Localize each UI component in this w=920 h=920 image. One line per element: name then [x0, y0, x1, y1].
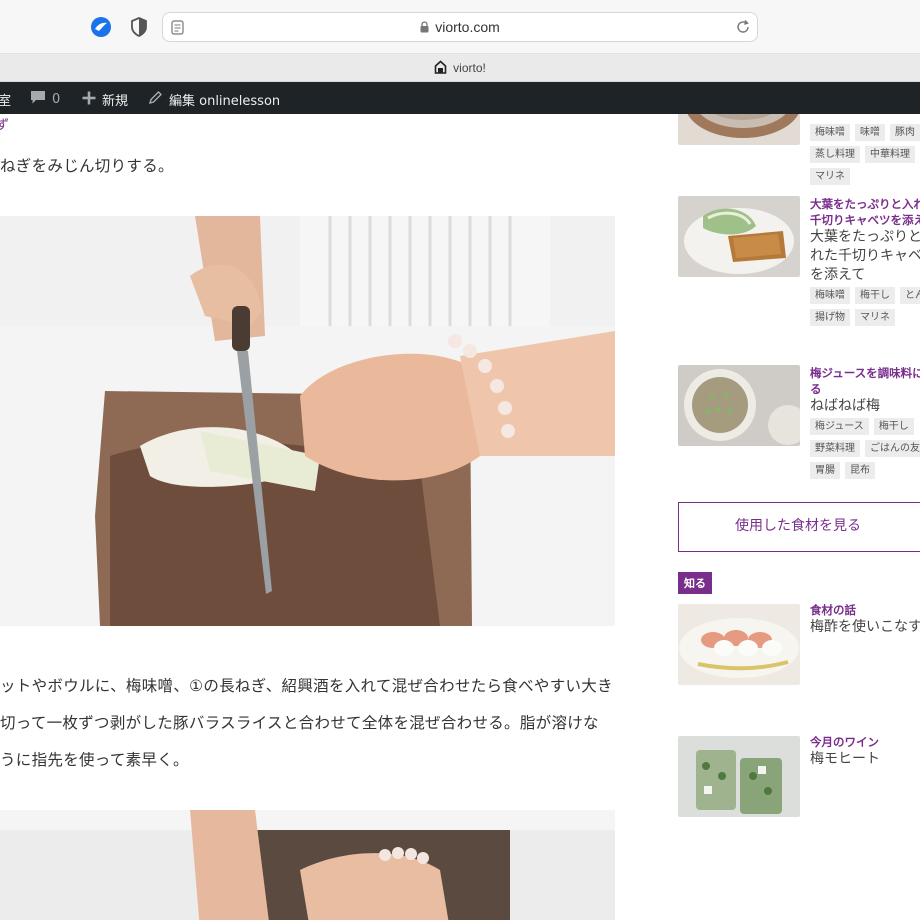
tag[interactable]: 昆布 — [845, 462, 875, 479]
recipe-thumb-3[interactable] — [678, 365, 800, 446]
recipe-subtitle-line[interactable]: 梅ジュースを調味料に — [810, 365, 920, 381]
address-bar[interactable]: viorto.com — [162, 12, 758, 42]
admin-comments-link[interactable]: 0 — [30, 90, 60, 109]
step2-line-2: 切って一枚ずつ剥がした豚バラスライスと合わせて全体を混ぜ合わせる。脂が溶けな — [0, 714, 599, 732]
recipe-title-line[interactable]: れた千切りキャベ — [810, 247, 920, 266]
tag[interactable]: 中華料理 — [865, 146, 915, 163]
tag[interactable]: とんかつ — [900, 287, 920, 304]
article-title[interactable]: 梅酢を使いこなす — [810, 618, 920, 637]
recipe-tags-2: 梅味噌 梅干し とんかつ 揚げ物 マリネ — [810, 287, 920, 331]
admin-site-label: 室 — [0, 94, 12, 109]
tag[interactable]: マリネ — [810, 168, 850, 185]
tag[interactable]: 胃腸 — [810, 462, 840, 479]
tag[interactable]: 梅味噌 — [810, 124, 850, 141]
step2-photo — [0, 810, 615, 920]
comment-count: 0 — [52, 92, 61, 107]
step2-line-1: ットやボウルに、梅味噌、①の長ねぎ、紹興酒を入れて混ぜ合わせたら食べやすい大き — [0, 677, 613, 695]
lock-icon — [420, 20, 429, 36]
article-category[interactable]: 今月のワイン — [810, 734, 920, 750]
new-label: 新規 — [102, 94, 129, 109]
tag[interactable]: 野菜料理 — [810, 440, 860, 457]
recipe-info-1: 梅味噌 味噌 豚肉 蒸し料理 中華料理 マリネ — [810, 122, 920, 190]
view-ingredients-button[interactable]: 使用した食材を見る — [678, 502, 920, 552]
step1-text: ねぎをみじん切りする。 — [0, 157, 174, 175]
house-icon — [434, 60, 447, 77]
url-text: viorto.com — [435, 19, 500, 35]
recipe-info-2: 大葉をたっぷりと入れ 千切りキャベツを添え 大葉をたっぷりと れた千切りキャベ … — [810, 196, 920, 331]
article-content: ず ねぎをみじん切りする。 ットやボウルに、梅味噌、①の長ねぎ、紹興酒を入れて混… — [0, 114, 650, 920]
tag[interactable]: 豚肉 — [890, 124, 920, 141]
plus-icon — [82, 91, 96, 109]
tab-viorto[interactable]: viorto! — [0, 60, 920, 77]
recipe-tags-1: 梅味噌 味噌 豚肉 蒸し料理 中華料理 マリネ — [810, 124, 920, 190]
recipe-info-3: 梅ジュースを調味料に る ねばねば梅 梅ジュース 梅干し 野菜料理 ごはんの友 … — [810, 365, 920, 484]
tag[interactable]: 梅干し — [855, 287, 895, 304]
extension-bird-icon[interactable] — [90, 16, 112, 38]
tab-bar: viorto! — [0, 54, 920, 82]
reload-icon[interactable] — [735, 19, 751, 39]
sidebar: 梅味噌 味噌 豚肉 蒸し料理 中華料理 マリネ 大葉をたっぷりと入れ 千切りキャ… — [678, 114, 920, 920]
pencil-icon — [148, 90, 163, 109]
recipe-subtitle-line[interactable]: る — [810, 381, 920, 397]
article-thumb-1[interactable] — [678, 604, 800, 685]
step-number-partial: ず — [0, 118, 10, 133]
tag[interactable]: 梅味噌 — [810, 287, 850, 304]
article-title[interactable]: 梅モヒート — [810, 750, 920, 769]
step2-line-3: うに指先を使って素早く。 — [0, 751, 189, 769]
article-info-1: 食材の話 梅酢を使いこなす — [810, 602, 920, 637]
privacy-shield-icon[interactable] — [129, 16, 151, 38]
comment-icon — [30, 90, 46, 109]
recipe-thumb-1[interactable] — [678, 114, 800, 145]
article-category[interactable]: 食材の話 — [810, 602, 920, 618]
recipe-title-line[interactable]: ねばねば梅 — [810, 397, 920, 416]
recipe-tags-3: 梅ジュース 梅干し 野菜料理 ごはんの友 胃腸 昆布 — [810, 418, 920, 484]
tag[interactable]: 味噌 — [855, 124, 885, 141]
article-info-2: 今月のワイン 梅モヒート — [810, 734, 920, 769]
edit-label: 編集 onlinelesson — [169, 94, 281, 109]
admin-edit-link[interactable]: 編集 onlinelesson — [148, 90, 280, 109]
tag[interactable]: マリネ — [855, 309, 895, 326]
recipe-subtitle-line[interactable]: 千切りキャベツを添え — [810, 212, 920, 228]
tag[interactable]: 揚げ物 — [810, 309, 850, 326]
tag[interactable]: 梅干し — [873, 418, 914, 435]
recipe-subtitle-line[interactable]: 大葉をたっぷりと入れ — [810, 196, 920, 212]
admin-new-link[interactable]: 新規 — [82, 90, 128, 109]
tag[interactable]: 梅ジュース — [810, 418, 869, 435]
article-thumb-2[interactable] — [678, 736, 800, 817]
tag[interactable]: ごはんの友 — [865, 440, 920, 457]
recipe-thumb-2[interactable] — [678, 196, 800, 277]
recipe-title-line[interactable]: 大葉をたっぷりと — [810, 228, 920, 247]
browser-toolbar: viorto.com — [0, 0, 920, 54]
step1-photo — [0, 216, 615, 626]
know-section-badge: 知る — [678, 572, 712, 594]
admin-bar: 室 0 新規 編集 onlinelesson — [0, 82, 920, 114]
recipe-title-line[interactable]: を添えて — [810, 266, 920, 285]
admin-site-link[interactable]: 室 — [0, 90, 11, 109]
tag[interactable]: 蒸し料理 — [810, 146, 860, 163]
tab-title: viorto! — [453, 61, 486, 75]
